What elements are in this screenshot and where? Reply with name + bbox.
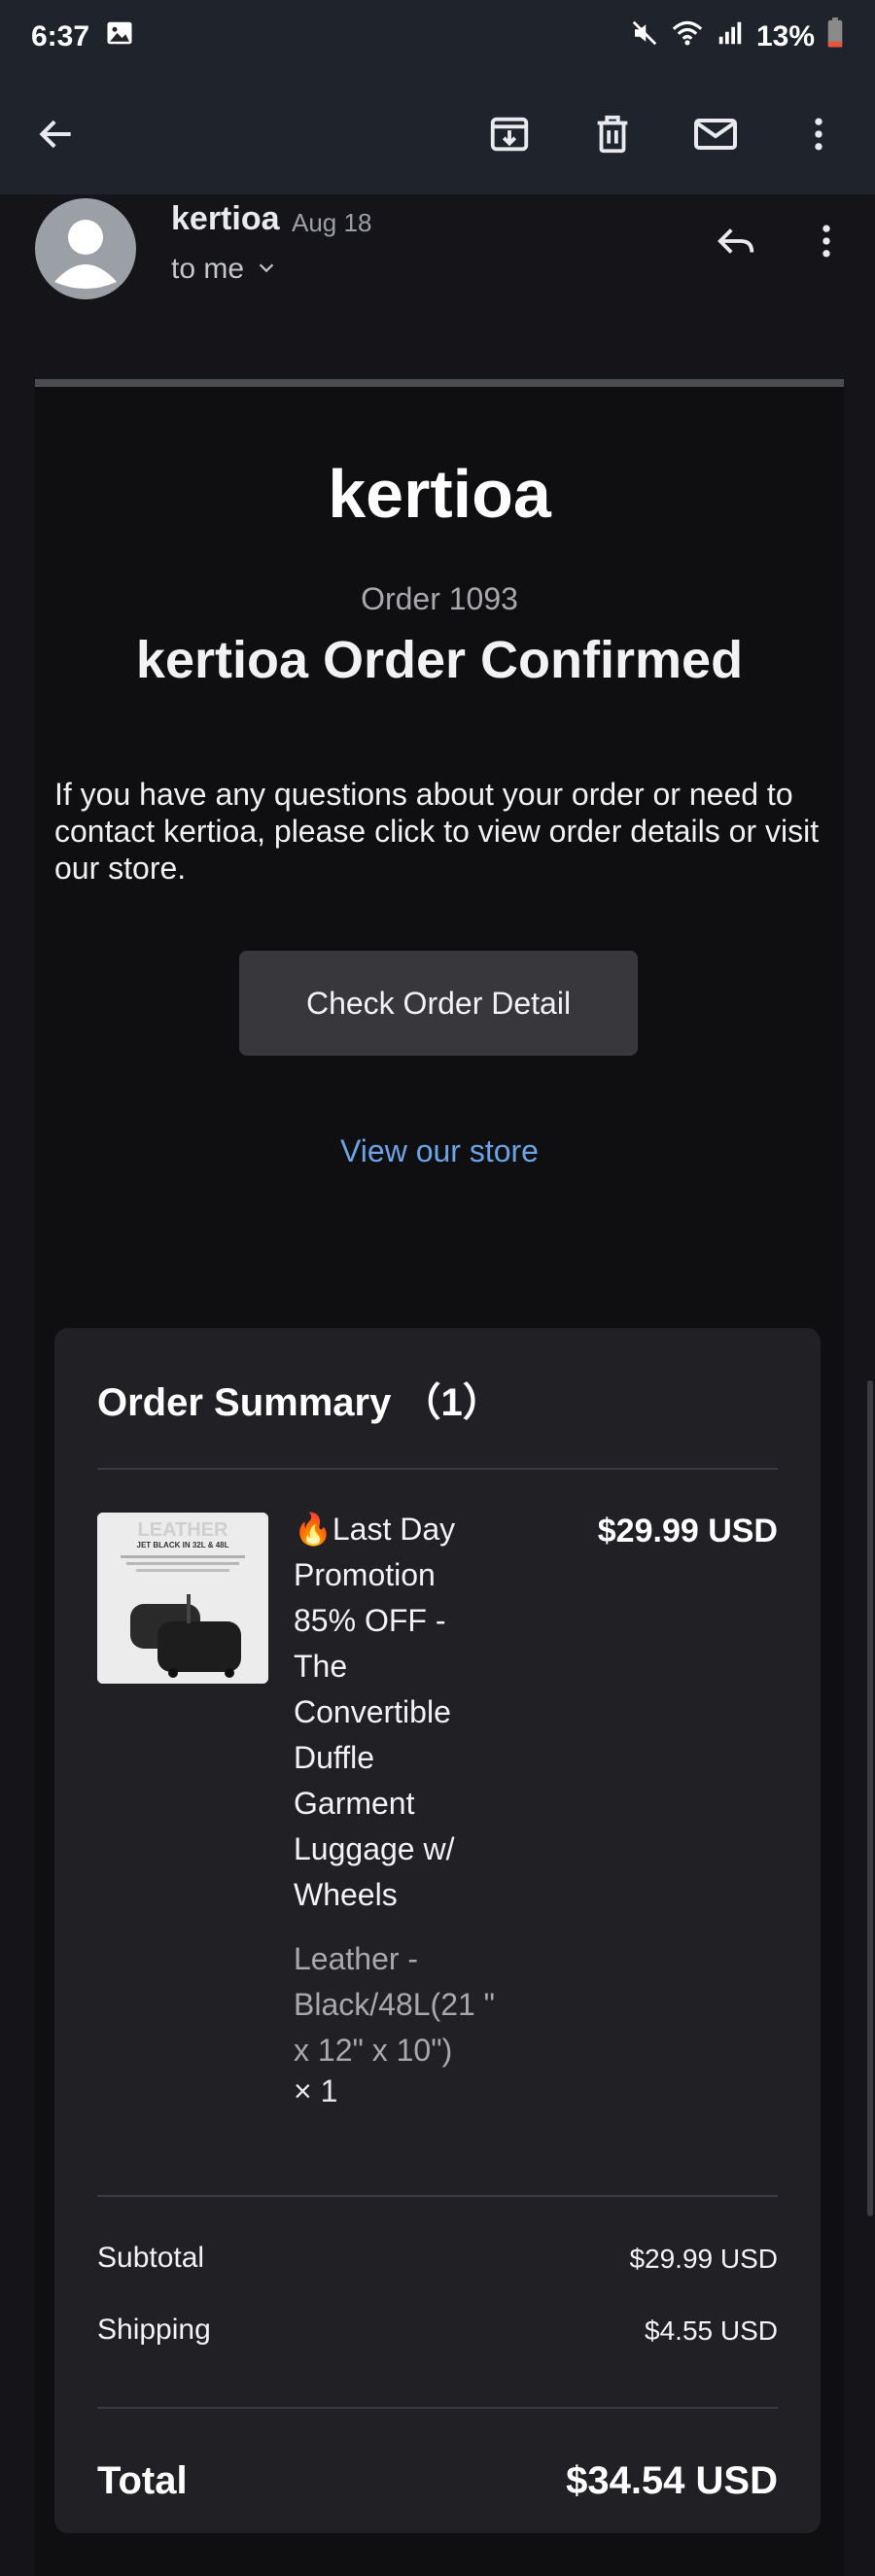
shipping-label: Shipping xyxy=(97,2314,211,2346)
view-store-link[interactable]: View our store xyxy=(35,1133,844,1169)
product-variant: Leather - Black/48L(21 " x 12" x 10") xyxy=(294,1941,496,2068)
app-bar xyxy=(0,74,875,194)
message-date: Aug 18 xyxy=(292,208,372,237)
avatar[interactable] xyxy=(35,198,136,299)
check-order-detail-button[interactable]: Check Order Detail xyxy=(239,951,638,1056)
product-name[interactable]: 🔥Last Day Promotion 85% OFF - The Conver… xyxy=(294,1507,498,1918)
signal-icon xyxy=(716,18,745,55)
scrollbar[interactable] xyxy=(867,1380,873,2216)
subtotal-label: Subtotal xyxy=(97,2242,205,2274)
back-arrow-icon[interactable] xyxy=(29,107,84,161)
recipient-toggle[interactable]: to me xyxy=(171,253,277,286)
more-vert-icon[interactable] xyxy=(791,107,846,161)
chevron-down-icon xyxy=(256,253,277,286)
mute-icon xyxy=(630,18,659,55)
order-summary-title: Order Summary （1） xyxy=(97,1381,502,1424)
order-confirmed-title: kertioa Order Confirmed xyxy=(135,631,744,689)
subtotal-value: $29.99 USD xyxy=(629,2244,778,2274)
product-price: $29.99 USD xyxy=(597,1513,778,1549)
status-bar: 6:37 13% xyxy=(0,0,875,74)
recipient-label: to me xyxy=(171,253,245,285)
product-image[interactable]: LEATHER JET BLACK IN 32L & 48L xyxy=(97,1513,268,1684)
thumb-caption: JET BLACK IN 32L & 48L xyxy=(137,1541,229,1549)
delete-icon[interactable] xyxy=(585,107,640,161)
divider xyxy=(97,2195,778,2197)
archive-icon[interactable] xyxy=(482,107,537,161)
battery-percent: 13% xyxy=(755,20,815,52)
order-summary-card: Order Summary （1） LEATHER JET BLACK IN 3… xyxy=(54,1328,821,2533)
divider xyxy=(97,2407,778,2409)
total-value: $34.54 USD xyxy=(566,2459,778,2502)
store-brand: kertioa xyxy=(328,456,551,532)
total-label: Total xyxy=(97,2459,188,2502)
thumb-text: LEATHER xyxy=(138,1519,229,1541)
email-body: kertioa Order 1093 kertioa Order Confirm… xyxy=(35,379,844,2576)
wifi-icon xyxy=(671,18,704,55)
message-more-icon[interactable] xyxy=(799,214,854,268)
status-time: 6:37 xyxy=(31,20,90,52)
product-quantity: × 1 xyxy=(294,2073,338,2108)
message-header: kertioa Aug 18 to me xyxy=(0,194,875,379)
intro-text: If you have any questions about your ord… xyxy=(54,777,820,886)
reply-icon[interactable] xyxy=(710,214,764,268)
divider xyxy=(97,1468,778,1470)
shipping-value: $4.55 USD xyxy=(645,2315,778,2346)
image-icon xyxy=(105,18,134,55)
battery-icon xyxy=(826,17,844,56)
order-number: Order 1093 xyxy=(361,581,518,616)
sender-name: kertioa xyxy=(171,200,280,237)
mark-unread-icon[interactable] xyxy=(688,107,743,161)
